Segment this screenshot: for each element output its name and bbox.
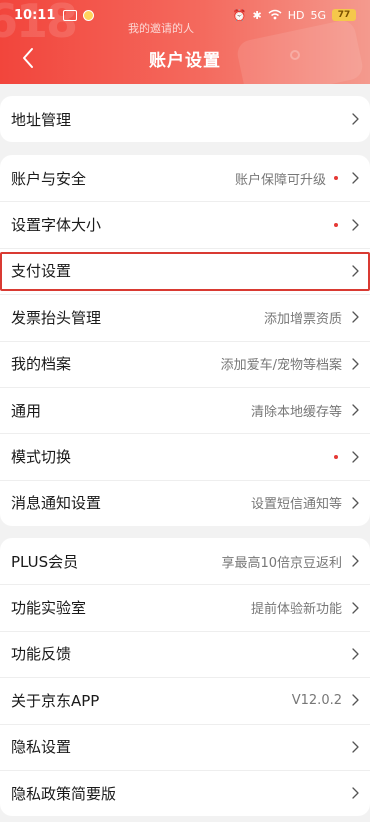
settings-row-label: 消息通知设置 <box>11 494 102 513</box>
chevron-left-icon <box>23 48 33 68</box>
app-notification-icon <box>63 9 78 21</box>
settings-row-general[interactable]: 通用 清除本地缓存等 <box>0 386 370 433</box>
notification-dot <box>334 176 338 181</box>
page-title: 账户设置 <box>149 50 221 71</box>
battery-icon: 77 <box>332 9 356 21</box>
chevron-right-icon <box>350 601 360 615</box>
settings-row-hint: 清除本地缓存等 <box>250 404 342 420</box>
settings-row-notification[interactable]: 消息通知设置 设置短信通知等 <box>0 479 370 526</box>
settings-row-feature-lab[interactable]: 功能实验室 提前体验新功能 <box>0 584 370 630</box>
settings-group-account: 账户与安全 账户保障可升级设置字体大小 支付设置发票抬头管理 添加增票资质我的档案 添加… <box>0 155 370 527</box>
chevron-right-icon <box>350 218 360 232</box>
settings-row-label: 隐私政策简要版 <box>11 784 117 803</box>
settings-row-plus-member[interactable]: PLUS会员 享最高10倍京豆返利 <box>0 538 370 584</box>
settings-row-hint: 享最高10倍京豆返利 <box>221 555 342 571</box>
chevron-right-icon <box>350 310 360 324</box>
wifi-icon <box>268 9 282 22</box>
settings-row-privacy-settings[interactable]: 隐私设置 <box>0 723 370 770</box>
settings-row-mode-switch[interactable]: 模式切换 <box>0 433 370 479</box>
settings-row-label: 我的档案 <box>11 355 72 374</box>
chevron-right-icon <box>350 357 360 371</box>
settings-row-right <box>334 450 360 464</box>
settings-row-right: 享最高10倍京豆返利 <box>221 552 360 571</box>
chevron-right-icon <box>350 171 360 185</box>
chevron-right-icon <box>350 450 360 464</box>
settings-row-label: 模式切换 <box>11 448 72 467</box>
bluetooth-icon: ✱ <box>252 8 262 22</box>
settings-row-label: 关于京东APP <box>11 691 100 710</box>
settings-row-invoice-header[interactable]: 发票抬头管理 添加增票资质 <box>0 294 370 340</box>
chevron-right-icon <box>350 647 360 661</box>
chevron-right-icon <box>350 496 360 510</box>
settings-group-more: PLUS会员 享最高10倍京豆返利功能实验室 提前体验新功能功能反馈关于京东APP V… <box>0 538 370 817</box>
settings-row-right: 提前体验新功能 <box>251 598 360 617</box>
settings-row-right <box>350 264 360 278</box>
alarm-icon: ⏰ <box>232 8 247 22</box>
settings-row-my-profile[interactable]: 我的档案 添加爱车/宠物等档案 <box>0 340 370 387</box>
chevron-right-icon <box>350 264 360 278</box>
settings-row-hint: 添加爱车/宠物等档案 <box>220 358 342 374</box>
settings-row-label: PLUS会员 <box>11 552 79 571</box>
settings-group-basic: 地址管理 <box>0 96 370 143</box>
settings-row-right: 账户保障可升级 <box>235 169 360 188</box>
settings-row-right: 添加增票资质 <box>264 308 360 327</box>
settings-row-label: 设置字体大小 <box>11 216 102 235</box>
settings-row-label: 账户与安全 <box>11 169 87 188</box>
settings-row-privacy-policy[interactable]: 隐私政策简要版 <box>0 769 370 816</box>
settings-row-right: V12.0.2 <box>292 693 360 708</box>
chevron-right-icon <box>350 786 360 800</box>
settings-row-font-size[interactable]: 设置字体大小 <box>0 201 370 247</box>
settings-row-hint: V12.0.2 <box>291 692 342 708</box>
settings-row-account-security[interactable]: 账户与安全 账户保障可升级 <box>0 155 370 201</box>
chevron-right-icon <box>350 112 360 126</box>
settings-row-label: 功能实验室 <box>11 599 87 618</box>
settings-row-label: 支付设置 <box>11 262 72 281</box>
notification-dot <box>334 454 338 459</box>
chevron-right-icon <box>350 740 360 754</box>
settings-row-hint: 添加增票资质 <box>263 311 342 327</box>
chevron-right-icon <box>350 554 360 568</box>
settings-row-right <box>350 740 360 754</box>
settings-row-address[interactable]: 地址管理 <box>0 96 370 142</box>
settings-row-right <box>350 786 360 800</box>
settings-row-label: 功能反馈 <box>11 645 72 664</box>
settings-row-label: 通用 <box>11 401 42 420</box>
settings-row-hint: 提前体验新功能 <box>250 602 342 618</box>
notification-dot <box>334 222 338 227</box>
settings-row-right <box>334 218 360 232</box>
chevron-right-icon <box>350 403 360 417</box>
header: 618 10:11 ⏰ ✱ HD 5G 77 我的邀请的人 账户设置 <box>0 0 370 84</box>
settings-row-label: 隐私设置 <box>11 738 72 757</box>
settings-row-label: 地址管理 <box>11 110 72 129</box>
settings-row-payment-settings[interactable]: 支付设置 <box>0 247 370 294</box>
settings-row-right <box>350 647 360 661</box>
chevron-right-icon <box>350 693 360 707</box>
back-button[interactable] <box>14 44 42 72</box>
settings-row-hint: 账户保障可升级 <box>234 172 326 188</box>
settings-row-right: 设置短信通知等 <box>251 493 360 512</box>
app-badge-icon <box>83 9 95 21</box>
settings-row-label: 发票抬头管理 <box>11 308 102 327</box>
settings-row-right: 添加爱车/宠物等档案 <box>221 354 360 373</box>
settings-row-about[interactable]: 关于京东APP V12.0.2 <box>0 677 370 723</box>
settings-row-hint: 设置短信通知等 <box>250 497 342 513</box>
settings-row-right <box>350 112 360 126</box>
settings-row-feedback[interactable]: 功能反馈 <box>0 630 370 677</box>
nav-bar: 账户设置 <box>0 34 370 82</box>
signal-icon: 5G <box>310 8 326 22</box>
network-type-icon: HD <box>287 8 305 22</box>
status-time: 10:11 <box>14 7 56 23</box>
settings-row-right: 清除本地缓存等 <box>251 401 360 420</box>
